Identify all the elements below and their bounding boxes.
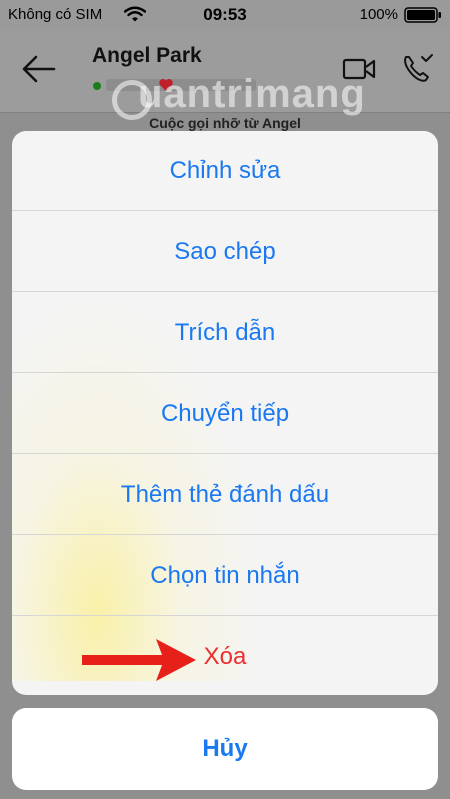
online-status-dot	[93, 82, 101, 90]
copy-button[interactable]: Sao chép	[12, 212, 438, 292]
cancel-button[interactable]: Hủy	[12, 708, 438, 790]
quote-button[interactable]: Trích dẫn	[12, 293, 438, 373]
contact-name[interactable]: Angel Park	[92, 44, 202, 68]
watermark: uantrimang	[138, 72, 366, 116]
select-messages-button[interactable]: Chọn tin nhắn	[12, 536, 438, 616]
battery-percentage: 100%	[359, 6, 398, 23]
video-call-icon[interactable]	[342, 56, 376, 82]
delete-button[interactable]: Xóa	[12, 617, 438, 695]
phone-missed-icon[interactable]	[400, 52, 434, 86]
message-action-sheet: Chỉnh sửa Sao chép Trích dẫn Chuyển tiếp…	[12, 131, 438, 695]
chat-header: Angel Park uantrimang	[0, 30, 450, 120]
missed-call-preview: Cuộc gọi nhỡ từ Angel	[149, 115, 301, 131]
status-bar: Không có SIM 09:53 100%	[0, 0, 450, 30]
add-bookmark-button[interactable]: Thêm thẻ đánh dấu	[12, 455, 438, 535]
forward-button[interactable]: Chuyển tiếp	[12, 374, 438, 454]
battery-icon	[404, 7, 441, 23]
back-arrow-icon[interactable]	[22, 54, 56, 84]
annotation-arrow-icon	[82, 639, 196, 681]
edit-button[interactable]: Chỉnh sửa	[12, 131, 438, 211]
